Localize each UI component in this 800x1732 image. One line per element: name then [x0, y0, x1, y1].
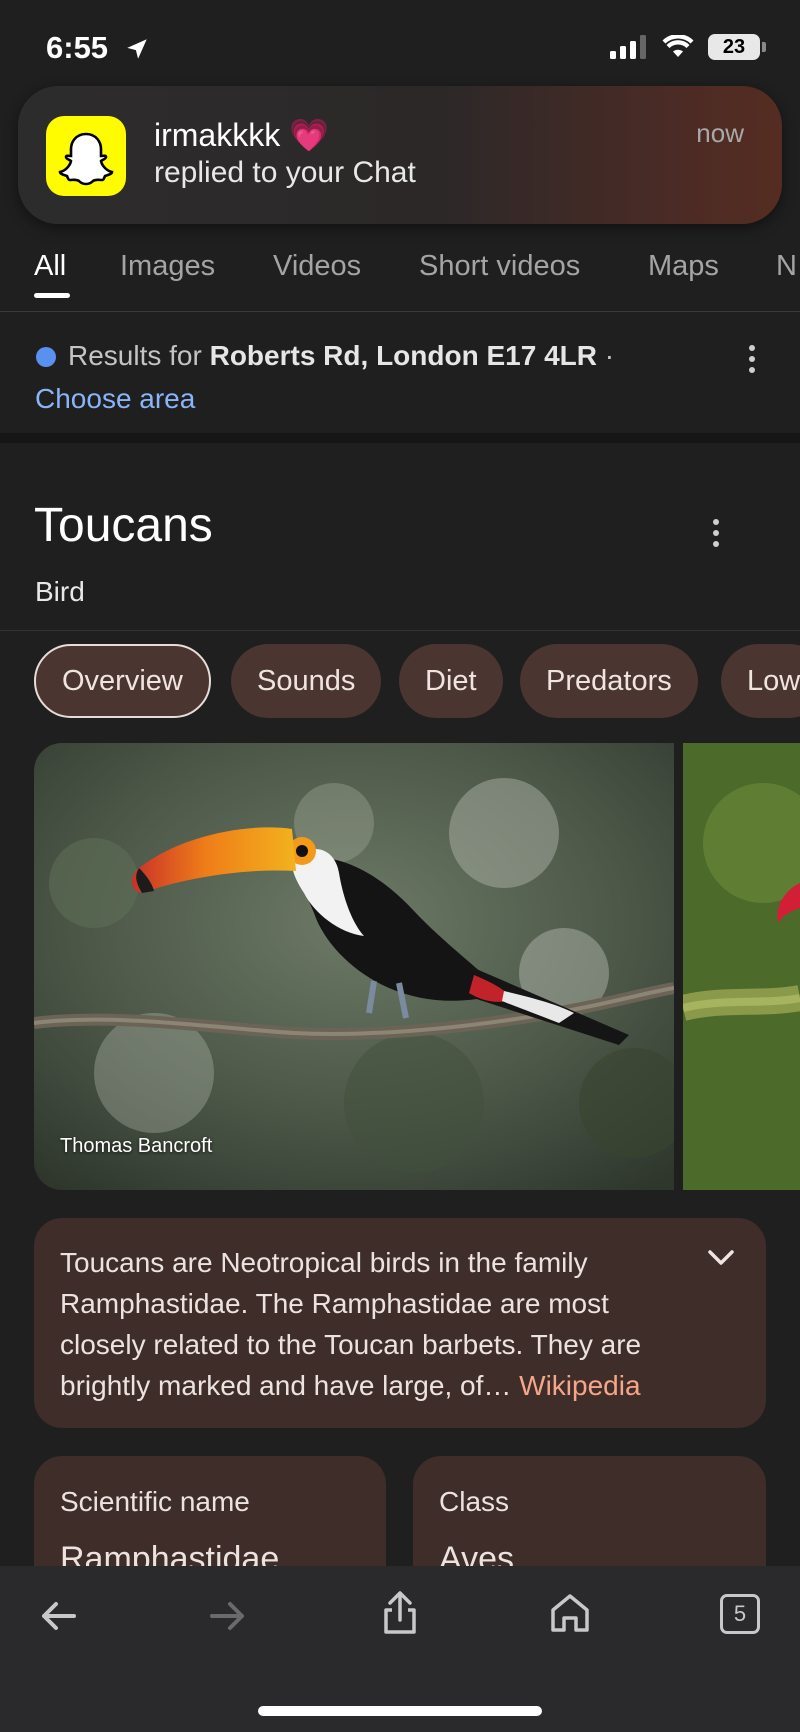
back-arrow-icon[interactable]	[38, 1596, 78, 1636]
chip-low-partial[interactable]: Low	[721, 644, 800, 718]
chip-diet[interactable]: Diet	[399, 644, 503, 718]
chevron-down-icon[interactable]	[706, 1248, 736, 1268]
tab-short-videos[interactable]: Short videos	[419, 250, 580, 283]
notification-message: replied to your Chat	[154, 156, 416, 189]
wikipedia-link[interactable]: Wikipedia	[519, 1370, 640, 1401]
location-arrow-icon	[127, 39, 147, 59]
chip-predators[interactable]: Predators	[520, 644, 698, 718]
location-results-line: Results for Roberts Rd, London E17 4LR ·	[68, 340, 614, 372]
location-separator: ·	[596, 340, 615, 371]
tab-news-partial[interactable]: N	[776, 250, 797, 283]
tabs-count-button[interactable]: 5	[720, 1594, 760, 1634]
home-icon[interactable]	[549, 1592, 591, 1634]
search-tabs: All Images Videos Short videos Maps N	[0, 240, 800, 312]
notification-sender: irmakkkk 💗	[154, 117, 329, 153]
location-more-icon[interactable]	[749, 345, 755, 373]
snapchat-notification[interactable]: irmakkkk 💗 replied to your Chat now	[18, 86, 782, 224]
entity-title: Toucans	[34, 499, 213, 552]
location-bar: Results for Roberts Rd, London E17 4LR ·…	[0, 313, 800, 443]
chip-sounds[interactable]: Sounds	[231, 644, 382, 718]
cellular-signal-icon	[610, 35, 646, 59]
panel-divider	[0, 630, 800, 631]
wifi-icon	[662, 35, 694, 57]
description-card[interactable]: Toucans are Neotropical birds in the fam…	[34, 1218, 766, 1428]
image-credit: Thomas Bancroft	[60, 1135, 213, 1157]
forward-arrow-icon[interactable]	[208, 1596, 248, 1636]
tab-images[interactable]: Images	[120, 250, 215, 283]
tab-all[interactable]: All	[34, 250, 66, 283]
choose-area-link[interactable]: Choose area	[35, 383, 195, 415]
active-tab-underline	[34, 293, 70, 298]
toucan-photo-2	[683, 743, 800, 1190]
topic-chips: Overview Sounds Diet Predators Low	[0, 644, 800, 718]
status-indicators: 23	[610, 34, 766, 60]
status-time: 6:55	[46, 30, 109, 65]
location-prefix: Results for	[68, 340, 210, 371]
toucan-image[interactable]: Thomas Bancroft	[34, 743, 674, 1190]
entity-more-icon[interactable]	[713, 519, 719, 547]
toucan-image-2[interactable]	[683, 743, 800, 1190]
chip-overview[interactable]: Overview	[34, 644, 211, 718]
notification-time: now	[696, 118, 744, 148]
snapchat-ghost-icon	[46, 116, 126, 196]
tab-videos[interactable]: Videos	[273, 250, 361, 283]
share-icon[interactable]	[380, 1590, 420, 1636]
description-text: Toucans are Neotropical birds in the fam…	[60, 1242, 700, 1406]
fact-label: Class	[439, 1486, 510, 1517]
fact-label: Scientific name	[60, 1486, 250, 1517]
entity-subtitle: Bird	[35, 576, 85, 607]
home-indicator[interactable]	[258, 1706, 542, 1716]
location-place: Roberts Rd, London E17 4LR	[209, 340, 597, 371]
tab-maps[interactable]: Maps	[648, 250, 719, 283]
battery-indicator: 23	[708, 34, 766, 60]
status-bar: 6:55 23	[0, 0, 800, 90]
location-dot-icon	[36, 347, 56, 367]
toucan-photo	[34, 743, 674, 1190]
